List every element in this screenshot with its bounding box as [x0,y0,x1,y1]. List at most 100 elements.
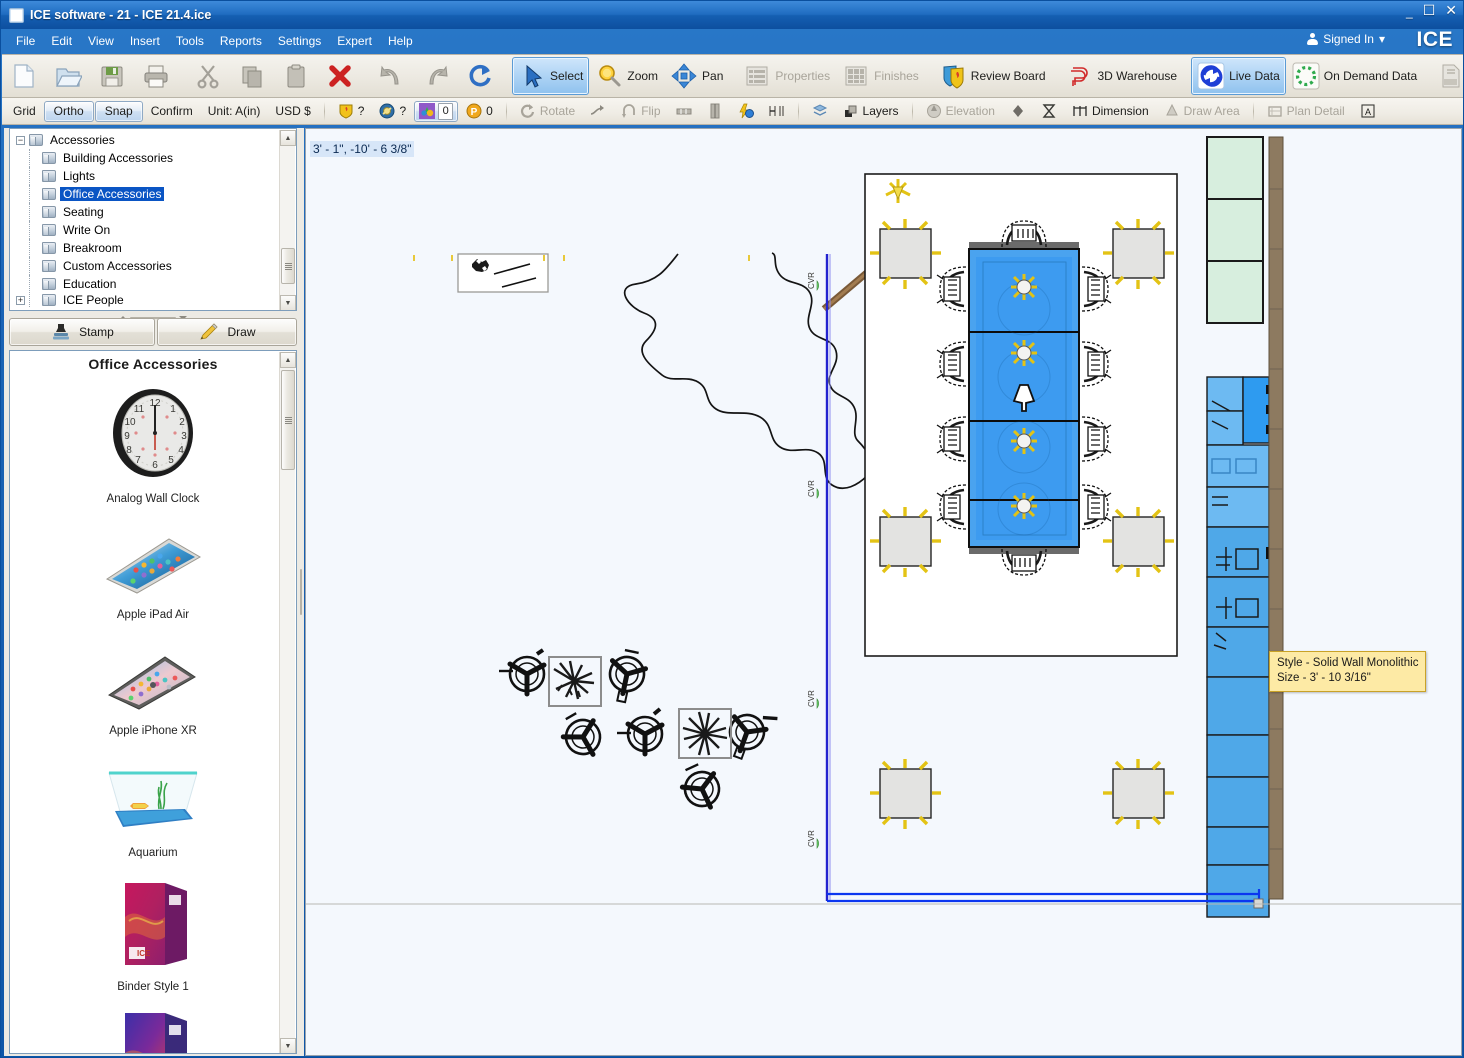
open-file-button[interactable] [48,57,92,95]
snap-toggle[interactable]: Snap [94,100,143,122]
delete-button[interactable] [320,57,364,95]
select-tool-button[interactable]: Select [512,57,590,95]
undo-button[interactable] [372,57,416,95]
tree-expander-icon[interactable]: − [16,135,25,145]
text-tool-button[interactable]: A [1353,101,1383,122]
catalog-scroll-thumb[interactable] [281,370,295,470]
tree-item-accessories[interactable]: − Accessories [14,131,296,149]
hourglass-button[interactable] [1034,101,1064,122]
tree-item-lights[interactable]: Lights [14,167,296,185]
tree-item-seating[interactable]: Seating [14,203,296,221]
menu-file[interactable]: File [9,32,42,50]
cut-button[interactable] [188,57,232,95]
svg-text:5: 5 [168,455,174,466]
dimension-button[interactable]: Dimension [1065,101,1156,122]
scroll-up-arrow-icon[interactable]: ▲ [280,352,296,368]
scroll-down-arrow-icon[interactable]: ▼ [280,295,296,310]
menu-settings[interactable]: Settings [271,32,328,50]
copy-button[interactable] [232,57,276,95]
live-data-button[interactable]: Live Data [1191,57,1286,95]
signed-in-menu[interactable]: Signed In ▾ [1307,32,1385,46]
menu-view[interactable]: View [81,32,121,50]
stamp-button[interactable]: Stamp [9,318,155,346]
tree-item-custom-accessories[interactable]: Custom Accessories [14,257,296,275]
plan-detail-icon [1267,103,1283,119]
scroll-down-arrow-icon[interactable]: ▼ [280,1038,296,1053]
catalog-item[interactable]: ICE Binder Style 1 [10,871,296,1001]
layer-set-button[interactable] [805,101,835,122]
svg-text:10: 10 [124,417,136,428]
refresh-button[interactable] [460,57,504,95]
tree-item-education[interactable]: Education [14,275,296,293]
on-demand-data-button[interactable]: On Demand Data [1286,57,1423,95]
tree-expander-icon[interactable]: + [16,295,25,305]
zoom-tool-button[interactable]: Zoom [589,57,664,95]
close-button[interactable]: ✕ [1445,3,1457,17]
finishes-button[interactable]: Finishes [836,57,925,95]
catalog-item[interactable]: Apple iPhone XR [10,645,296,745]
draw-area-button[interactable]: Draw Area [1157,101,1247,122]
catalog-item[interactable]: 12 1 2 345 678 9 10 11 Analog Wall Clock [10,379,296,513]
floor-plan-svg[interactable]: CVR CVR CVR CVR [306,129,1462,1056]
menu-insert[interactable]: Insert [123,32,167,50]
confirm-button[interactable]: Confirm [144,101,200,122]
currency-selector[interactable]: USD $ [268,101,317,122]
align-horizontal-button[interactable] [669,101,699,122]
menu-help[interactable]: Help [381,32,420,50]
print-button[interactable] [136,57,180,95]
measure-status[interactable]: ? [372,101,413,122]
tree-scrollbar[interactable]: ▲ ▼ [279,130,296,310]
menu-tools[interactable]: Tools [169,32,211,50]
panel-splitter-vertical[interactable] [297,128,304,1056]
plan-detail-button[interactable]: Plan Detail [1260,101,1352,122]
maximize-button[interactable]: ☐ [1423,3,1436,17]
catalog-panel[interactable]: Office Accessories 12 1 2 345 678 9 10 11 [9,350,297,1054]
catalog-item[interactable]: Apple iPad Air [10,529,296,629]
section-marker-button[interactable] [1003,101,1033,122]
menu-reports[interactable]: Reports [213,32,269,50]
ortho-toggle[interactable]: Ortho [43,100,94,122]
minimize-button[interactable]: _ [1406,6,1413,18]
pan-tool-button[interactable]: Pan [664,57,729,95]
fire-rating-status[interactable]: ? [331,101,372,122]
tree-item-breakroom[interactable]: Breakroom [14,239,296,257]
category-tree[interactable]: − Accessories Building Accessories Light… [9,128,297,311]
rotate-button[interactable]: Rotate [513,101,582,122]
power-connect-button[interactable] [731,101,761,122]
grid-toggle[interactable]: Grid [6,101,43,122]
warehouse-3d-label: 3D Warehouse [1097,69,1178,83]
properties-button[interactable]: Properties [737,57,836,95]
tree-item-ice-people[interactable]: + ICE People [14,293,296,307]
flip-button[interactable]: Flip [614,101,667,122]
menu-expert[interactable]: Expert [330,32,379,50]
tree-item-label: Accessories [50,133,115,147]
distribute-button[interactable] [762,101,792,122]
redo-button[interactable] [416,57,460,95]
drawing-canvas[interactable]: CVR CVR CVR CVR 3' - 1", -10' - 6 3/8" S… [305,128,1462,1056]
catalog-item-label: Analog Wall Clock [106,493,200,505]
catalog-scrollbar[interactable]: ▲ ▼ [279,352,296,1053]
paste-button[interactable] [276,57,320,95]
scroll-up-arrow-icon[interactable]: ▲ [280,130,296,146]
pricing-status[interactable]: P 0 [459,101,500,122]
new-document-button[interactable] [4,57,48,95]
catalog-item[interactable]: Aquarium [10,759,296,867]
mirror-button[interactable] [583,101,613,122]
warehouse-3d-button[interactable]: 3D Warehouse [1060,57,1184,95]
elevation-button[interactable]: Elevation [919,101,1002,122]
tree-item-office-accessories[interactable]: Office Accessories [14,185,296,203]
save-button[interactable] [92,57,136,95]
align-vertical-button[interactable] [700,101,730,122]
unit-selector[interactable]: Unit: A(in) [201,101,268,122]
tree-item-building-accessories[interactable]: Building Accessories [14,149,296,167]
export-dwg-button[interactable]: Export DWG [1431,57,1463,95]
catalog-item[interactable] [10,1003,296,1053]
draw-button[interactable]: Draw [157,318,297,346]
review-board-button[interactable]: Review Board [933,57,1052,95]
tree-item-write-on[interactable]: Write On [14,221,296,239]
shapes-status[interactable]: 0 [414,100,459,122]
tree-scroll-thumb[interactable] [281,248,295,284]
menu-edit[interactable]: Edit [44,32,79,50]
properties-label: Properties [775,69,831,83]
layers-button[interactable]: Layers [836,101,906,122]
